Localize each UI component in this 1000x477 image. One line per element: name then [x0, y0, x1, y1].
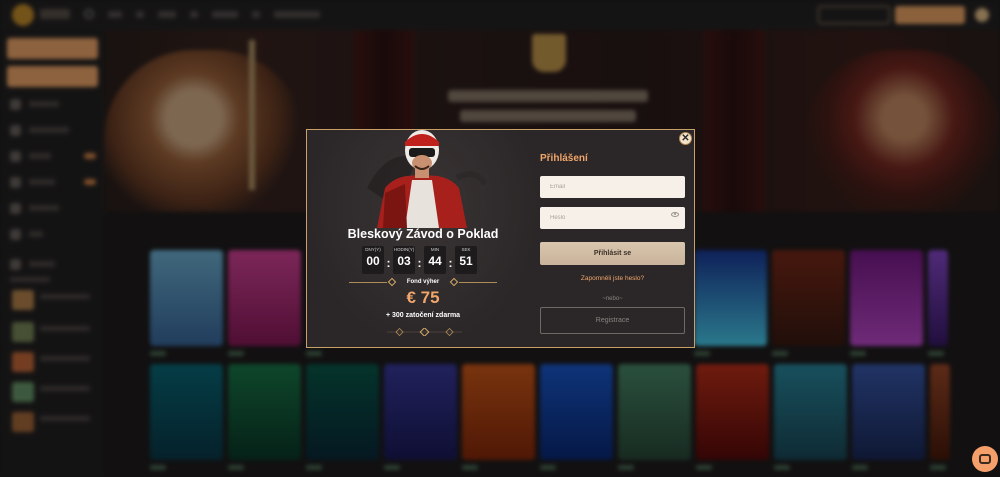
decorative-divider — [387, 328, 462, 336]
prize-fund-label: Fond výher — [406, 279, 440, 285]
login-title: Přihlášení — [540, 153, 588, 164]
promo-title: Bleskový Závod o Poklad — [347, 227, 499, 241]
login-modal: Bleskový Závod o Poklad DNY(Y) 00 : HODIN… — [306, 129, 695, 348]
countdown-timer: DNY(Y) 00 : HODIN(Y) 03 : MIN 44 : SEK 51 — [362, 246, 477, 274]
timer-days: DNY(Y) 00 — [362, 246, 384, 274]
timer-minutes: MIN 44 — [424, 246, 446, 274]
email-field[interactable] — [540, 176, 685, 198]
forgot-password-link[interactable]: Zapomněli jste heslo? — [540, 275, 685, 282]
racer-illustration — [367, 130, 487, 228]
password-field[interactable] — [540, 207, 685, 229]
eye-icon[interactable] — [671, 212, 679, 217]
chat-button[interactable] — [972, 446, 998, 472]
prize-fund-label-row: Fond výher — [349, 276, 497, 288]
prize-amount: € 75 — [406, 288, 440, 307]
or-separator: ~nebo~ — [602, 296, 623, 302]
chat-icon — [979, 454, 991, 464]
login-button[interactable]: Přihlásit se — [540, 242, 685, 265]
free-spins: + 300 zatočení zdarma — [385, 312, 461, 319]
timer-hours: HODIN(Y) 03 — [393, 246, 415, 274]
timer-seconds: SEK 51 — [455, 246, 477, 274]
close-icon[interactable]: ✕ — [679, 132, 692, 145]
register-button[interactable]: Registrace — [540, 307, 685, 334]
promo-panel: Bleskový Závod o Poklad DNY(Y) 00 : HODIN… — [307, 130, 539, 347]
